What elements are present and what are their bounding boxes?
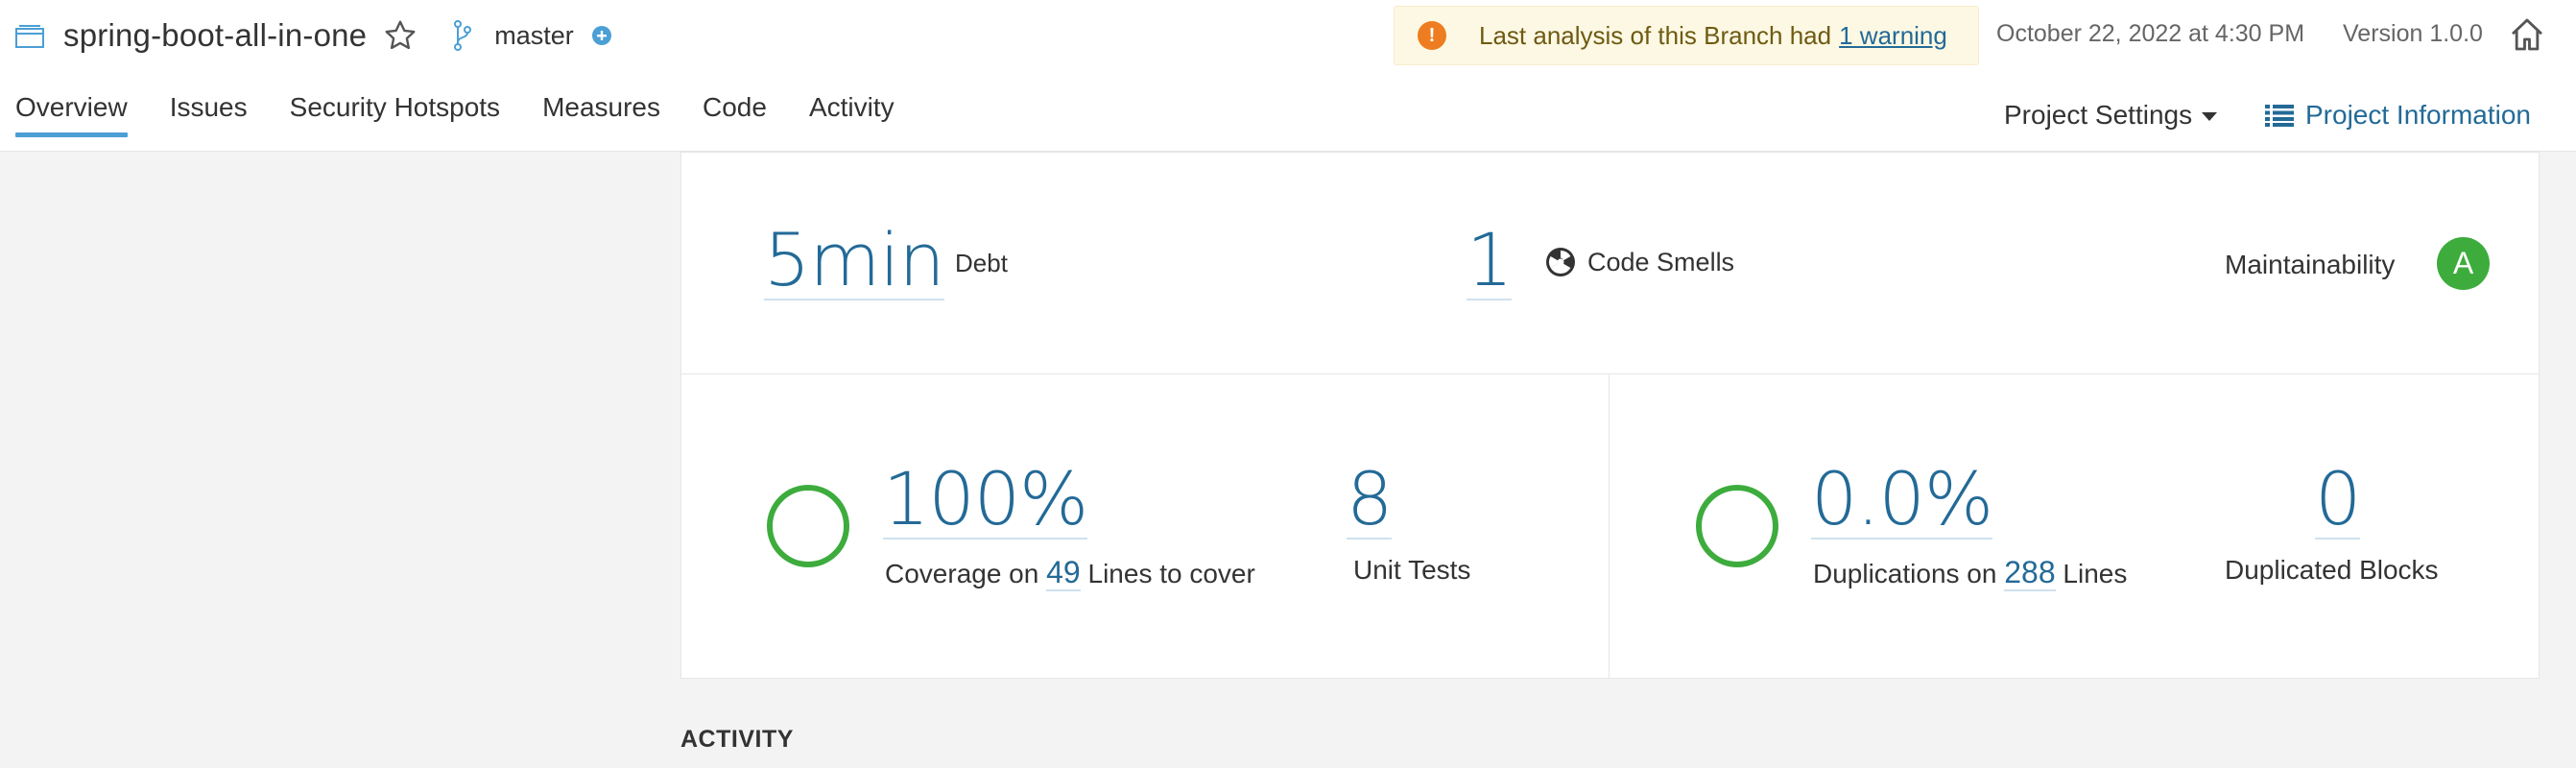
duplicated-blocks-label: Duplicated Blocks — [2225, 555, 2439, 585]
code-smells-label: Code Smells — [1587, 247, 1735, 276]
duplications-panel: 0.0% Duplications on 288 Lines 0 Duplica… — [1609, 373, 2540, 679]
branch-icon — [452, 19, 473, 52]
project-icon — [15, 23, 44, 48]
code-smell-icon — [1545, 247, 1576, 277]
home-icon[interactable] — [2508, 15, 2546, 54]
tab-activity[interactable]: Activity — [809, 92, 894, 142]
tab-code[interactable]: Code — [703, 92, 767, 142]
branch-add-icon[interactable] — [591, 25, 612, 46]
duplications-subtext: Duplications on 288 Lines — [1813, 555, 2128, 591]
project-header: spring-boot-all-in-one master ! Last ana… — [0, 0, 2576, 152]
analysis-warning: ! Last analysis of this Branch had 1 war… — [1394, 6, 1979, 65]
coverage-donut-icon — [767, 485, 849, 567]
maintainability-label: Maintainability — [2225, 250, 2396, 279]
project-name[interactable]: spring-boot-all-in-one — [63, 17, 367, 54]
code-smells-label-group: Code Smells — [1545, 247, 1734, 277]
maintainability-panel: 5min Debt 1 Code Smells Maintainability … — [680, 152, 2540, 374]
project-information-link[interactable]: Project Information — [2265, 100, 2531, 131]
unit-tests-value[interactable]: 8 — [1347, 461, 1393, 540]
maintainability-rating-badge[interactable]: A — [2437, 237, 2490, 290]
warning-icon: ! — [1418, 21, 1446, 50]
coverage-suffix: Lines to cover — [1087, 559, 1255, 588]
duplications-suffix: Lines — [2063, 559, 2128, 588]
code-smells-value[interactable]: 1 — [1467, 222, 1513, 300]
debt-label: Debt — [955, 249, 1008, 277]
coverage-value[interactable]: 100% — [883, 461, 1088, 540]
warning-link[interactable]: 1 warning — [1839, 21, 1947, 51]
coverage-prefix: Coverage on — [885, 559, 1039, 588]
favorite-star-icon[interactable] — [383, 18, 417, 53]
debt-value[interactable]: 5min — [764, 222, 945, 300]
project-settings-label: Project Settings — [2004, 100, 2193, 130]
activity-heading: ACTIVITY — [680, 726, 794, 753]
coverage-lines-link[interactable]: 49 — [1046, 555, 1081, 591]
tab-measures[interactable]: Measures — [542, 92, 660, 142]
caret-down-icon — [2202, 111, 2218, 121]
branch-name[interactable]: master — [494, 21, 574, 51]
project-settings-dropdown[interactable]: Project Settings — [2004, 100, 2218, 131]
duplications-prefix: Duplications on — [1813, 559, 1997, 588]
duplications-lines-link[interactable]: 288 — [2004, 555, 2056, 591]
project-information-label: Project Information — [2305, 100, 2531, 130]
title-row: spring-boot-all-in-one master — [15, 10, 612, 61]
tab-issues[interactable]: Issues — [170, 92, 248, 142]
duplicated-blocks-value[interactable]: 0 — [2315, 461, 2361, 540]
analysis-date: October 22, 2022 at 4:30 PM — [1996, 20, 2305, 47]
coverage-panel: 100% Coverage on 49 Lines to cover 8 Uni… — [680, 373, 1610, 679]
tab-security-hotspots[interactable]: Security Hotspots — [290, 92, 500, 142]
list-icon — [2265, 104, 2294, 127]
unit-tests-label: Unit Tests — [1353, 555, 1471, 585]
warning-text: Last analysis of this Branch had — [1479, 20, 1832, 50]
project-version: Version 1.0.0 — [2343, 20, 2483, 47]
coverage-subtext: Coverage on 49 Lines to cover — [885, 555, 1255, 591]
project-nav: Overview Issues Security Hotspots Measur… — [15, 92, 937, 142]
duplications-donut-icon — [1696, 485, 1778, 567]
duplications-value[interactable]: 0.0% — [1811, 461, 1993, 540]
tab-overview[interactable]: Overview — [15, 92, 128, 142]
